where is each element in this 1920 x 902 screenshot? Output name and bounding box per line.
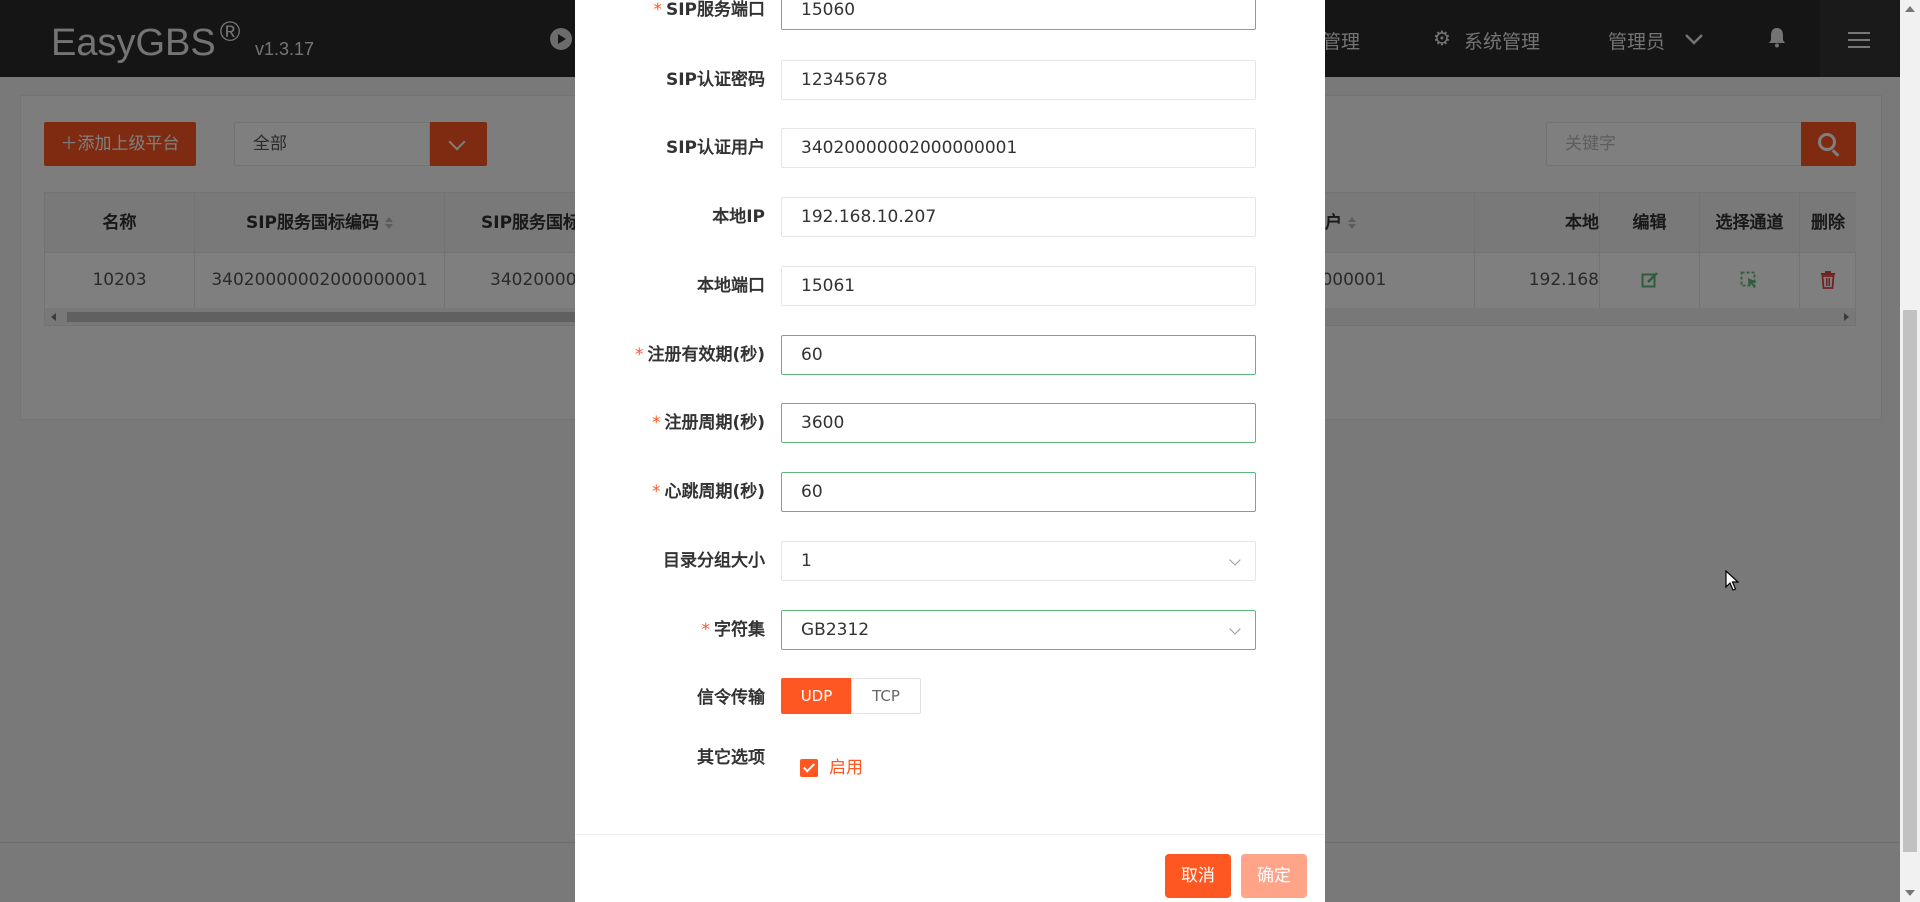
- register-period-input[interactable]: 3600: [781, 403, 1256, 443]
- register-expiry-input[interactable]: 60: [781, 335, 1256, 375]
- dialog-footer-divider: [575, 834, 1325, 835]
- local-ip-input[interactable]: 192.168.10.207: [781, 197, 1256, 237]
- platform-edit-dialog: * SIP服务端口 15060 SIP认证密码 12345678 SIP认证用户 …: [575, 0, 1325, 902]
- form-row-charset: * 字符集 GB2312: [575, 610, 1325, 650]
- form-row-register-expiry: * 注册有效期(秒) 60: [575, 335, 1325, 375]
- form-row-other-options: 其它选项 启用: [575, 748, 1325, 788]
- form-row-sip-port: * SIP服务端口 15060: [575, 0, 1325, 30]
- chevron-down-icon: [1229, 623, 1241, 635]
- form-row-sip-user: SIP认证用户 34020000002000000001: [575, 128, 1325, 168]
- transport-option-udp[interactable]: UDP: [781, 678, 852, 714]
- transport-option-tcp[interactable]: TCP: [851, 678, 921, 714]
- form-row-local-ip: 本地IP 192.168.10.207: [575, 197, 1325, 237]
- sip-user-input[interactable]: 34020000002000000001: [781, 128, 1256, 168]
- cancel-button[interactable]: 取消: [1165, 854, 1231, 898]
- confirm-button[interactable]: 确定: [1241, 854, 1307, 898]
- heartbeat-period-input[interactable]: 60: [781, 472, 1256, 512]
- form-row-sip-password: SIP认证密码 12345678: [575, 60, 1325, 100]
- form-row-heartbeat-period: * 心跳周期(秒) 60: [575, 472, 1325, 512]
- form-row-local-port: 本地端口 15061: [575, 266, 1325, 306]
- catalog-group-size-select[interactable]: 1: [781, 541, 1256, 581]
- form-row-transport: 信令传输 UDP TCP: [575, 678, 1325, 718]
- enable-checkbox-label[interactable]: 启用: [829, 748, 863, 788]
- form-row-register-period: * 注册周期(秒) 3600: [575, 403, 1325, 443]
- form-row-catalog-group-size: 目录分组大小 1: [575, 541, 1325, 581]
- mouse-cursor-icon: [1725, 570, 1739, 591]
- local-port-input[interactable]: 15061: [781, 266, 1256, 306]
- enable-checkbox[interactable]: [800, 759, 818, 777]
- sip-password-input[interactable]: 12345678: [781, 60, 1256, 100]
- page-vertical-scrollbar[interactable]: [1900, 0, 1920, 902]
- chevron-down-icon: [1229, 554, 1241, 566]
- sip-port-input[interactable]: 15060: [781, 0, 1256, 30]
- charset-select[interactable]: GB2312: [781, 610, 1256, 650]
